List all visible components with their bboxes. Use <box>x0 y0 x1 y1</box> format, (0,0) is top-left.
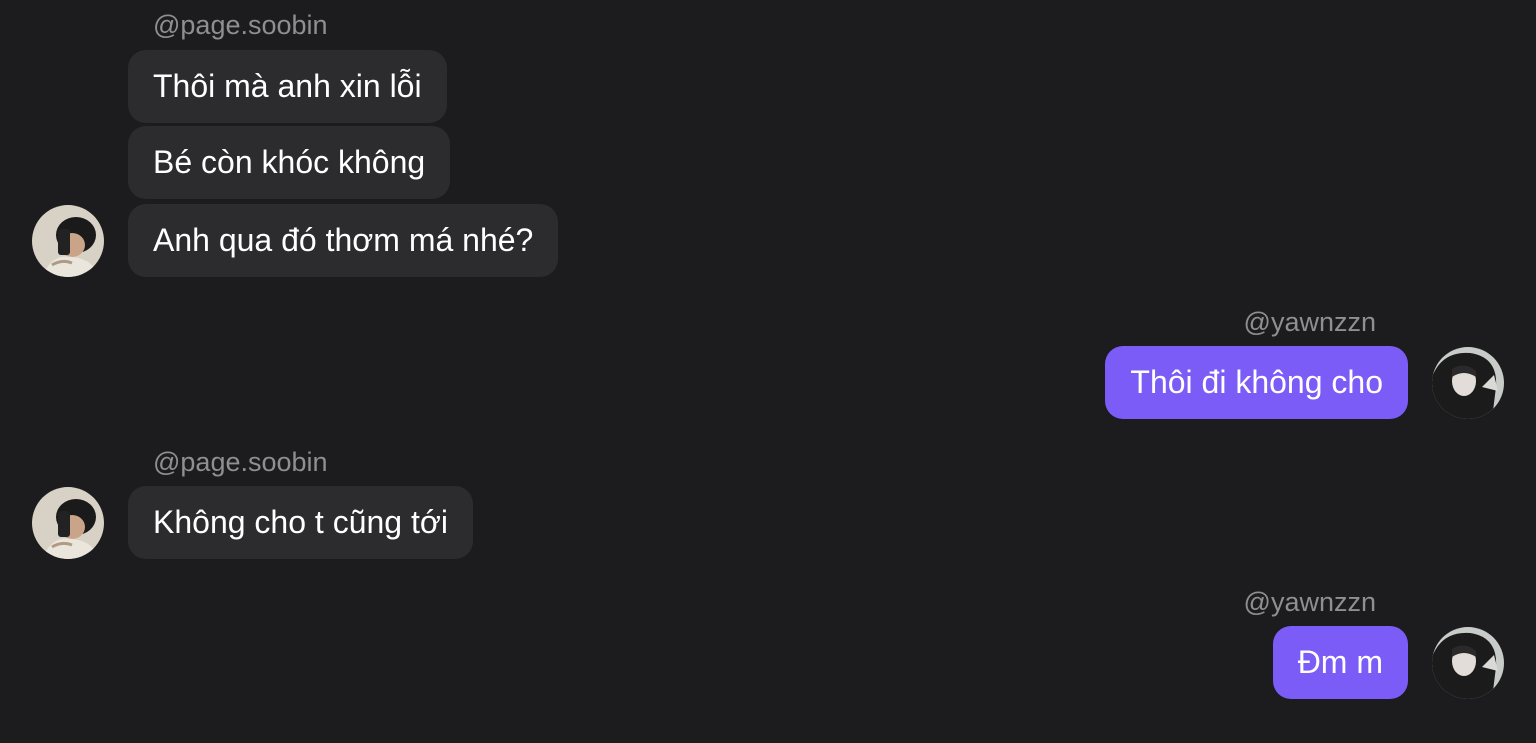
avatar-photo-icon <box>1432 627 1504 699</box>
sender-avatar[interactable] <box>1432 347 1504 419</box>
message-bubble[interactable]: Thôi mà anh xin lỗi <box>128 50 447 123</box>
chat-thread: @page.soobin Thôi mà anh xin lỗi Bé còn … <box>0 0 1536 743</box>
message-bubble[interactable]: Anh qua đó thơm má nhé? <box>128 204 559 277</box>
message-bubble[interactable]: Không cho t cũng tới <box>128 486 473 559</box>
message-bubble[interactable]: Đm m <box>1272 626 1408 699</box>
message-bubble[interactable]: Bé còn khóc không <box>128 126 451 199</box>
sender-avatar[interactable] <box>1432 627 1504 699</box>
avatar-photo-icon <box>1432 347 1504 419</box>
sender-username[interactable]: @yawnzzn <box>1244 586 1376 618</box>
sender-avatar[interactable] <box>32 205 104 277</box>
sender-username[interactable]: @page.soobin <box>153 9 328 41</box>
message-bubble[interactable]: Thôi đi không cho <box>1105 346 1408 419</box>
sender-username[interactable]: @page.soobin <box>153 446 328 478</box>
sender-username[interactable]: @yawnzzn <box>1244 306 1376 338</box>
avatar-photo-icon <box>32 205 104 277</box>
avatar-photo-icon <box>32 487 104 559</box>
sender-avatar[interactable] <box>32 487 104 559</box>
